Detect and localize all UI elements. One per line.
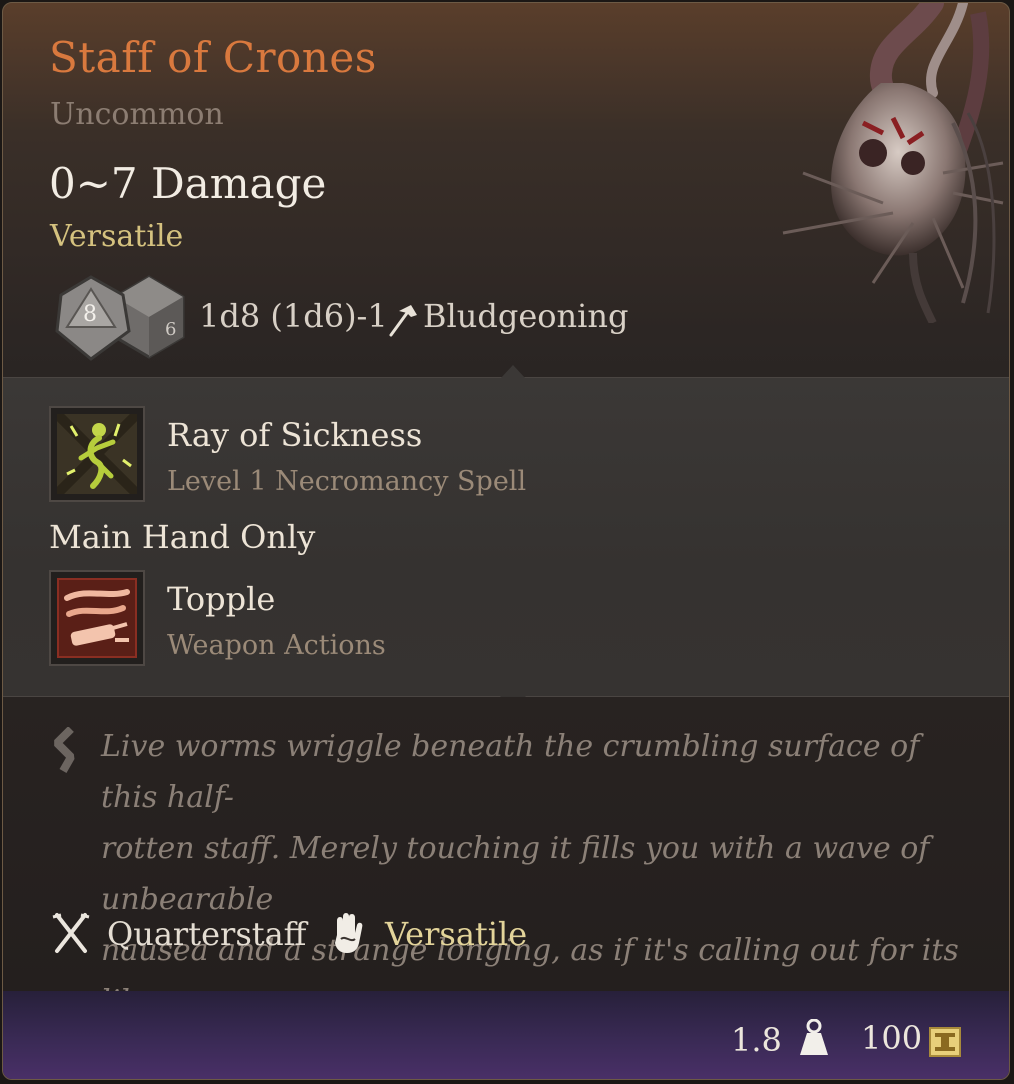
- property-quarterstaff[interactable]: Quarterstaff: [51, 907, 311, 957]
- damage-dice-icon: 6 8: [55, 275, 185, 361]
- flavor-line-1: Live worms wriggle beneath the crumbling…: [101, 729, 920, 815]
- item-value: 100: [861, 1019, 923, 1057]
- section-divider-notch-icon: [500, 365, 526, 379]
- topple-icon: [57, 578, 137, 658]
- actions-section: Ray of Sickness Level 1 Necromancy Spell…: [3, 365, 1009, 710]
- property-quarterstaff-label: Quarterstaff: [107, 915, 307, 953]
- topple-title: Topple: [167, 580, 276, 618]
- weapon-property: Versatile: [50, 219, 184, 254]
- item-weight: 1.8: [731, 1021, 782, 1059]
- staff-illustration-icon: [782, 3, 1004, 323]
- main-hand-restriction: Main Hand Only: [49, 518, 316, 556]
- ray-of-sickness-title: Ray of Sickness: [167, 416, 423, 454]
- description-section: Live worms wriggle beneath the crumbling…: [3, 697, 1009, 1019]
- topple-subtitle: Weapon Actions: [167, 630, 386, 661]
- ray-of-sickness-icon: [57, 414, 137, 494]
- hand-icon: [335, 913, 363, 953]
- damage-formula: 1d8 (1d6)-1: [199, 297, 388, 335]
- tooltip-header: Staff of Crones Uncommon 0~7 Damage Vers…: [3, 3, 1009, 375]
- ray-of-sickness-subtitle: Level 1 Necromancy Spell: [167, 466, 527, 497]
- weight-icon: [800, 1019, 828, 1055]
- damage-type: Bludgeoning: [423, 297, 629, 335]
- property-versatile[interactable]: Versatile: [327, 907, 537, 957]
- property-versatile-label: Versatile: [385, 915, 528, 953]
- lore-quote-icon: [54, 727, 75, 773]
- item-rarity: Uncommon: [50, 97, 224, 132]
- gold-coin-icon: [929, 1027, 961, 1057]
- item-title: Staff of Crones: [49, 33, 377, 82]
- d8-face-label: 8: [83, 302, 97, 327]
- bludgeoning-hammer-icon: [389, 305, 417, 337]
- item-tooltip: Staff of Crones Uncommon 0~7 Damage Vers…: [2, 2, 1010, 1080]
- damage-range: 0~7 Damage: [49, 159, 327, 208]
- topple-action[interactable]: [49, 570, 145, 666]
- crossed-weapons-icon: [52, 913, 90, 953]
- d6-face-label: 6: [165, 319, 176, 340]
- ray-of-sickness-action[interactable]: [49, 406, 145, 502]
- flavor-text: Live worms wriggle beneath the crumbling…: [101, 721, 981, 1027]
- tooltip-footer: 1.8 100: [3, 991, 1009, 1079]
